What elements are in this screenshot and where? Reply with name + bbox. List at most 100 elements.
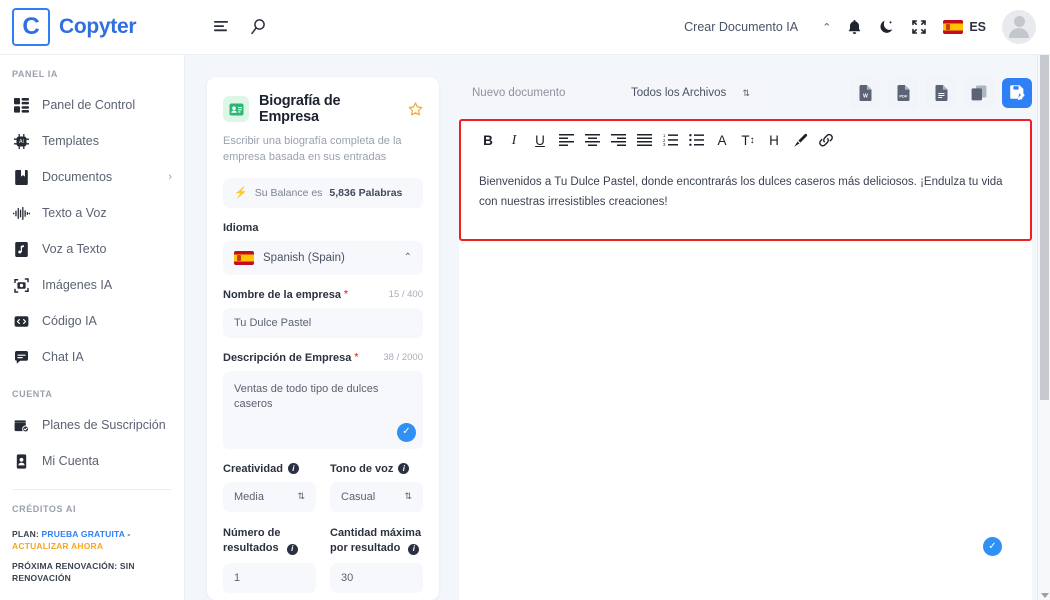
chevron-updown-icon: ⇅: [742, 87, 750, 98]
editor-canvas[interactable]: ✓: [459, 241, 1032, 600]
sidebar-item-imagenes-ia[interactable]: Imágenes IA: [0, 267, 184, 303]
header-right-group: Crear Documento IA ⌃ ES: [684, 10, 1050, 44]
balance-pill: ⚡ Su Balance es 5,836 Palabras: [223, 177, 423, 208]
bold-button[interactable]: B: [475, 129, 501, 151]
sidebar-item-mi-cuenta[interactable]: Mi Cuenta: [0, 443, 184, 479]
subscription-icon: [12, 416, 30, 434]
copy-button[interactable]: [964, 78, 994, 108]
font-size-button[interactable]: T ↕: [735, 129, 761, 151]
template-description: Escribir una biografía completa de la em…: [223, 135, 402, 163]
editor-content[interactable]: Bienvenidos a Tu Dulce Pastel, donde enc…: [461, 158, 1030, 226]
max-amount-label: Cantidad máxima por resultado i: [330, 526, 423, 556]
chevron-up-icon[interactable]: ⌃: [822, 21, 831, 34]
description-counter: 38 / 2000: [383, 352, 423, 364]
search-icon[interactable]: [249, 18, 267, 36]
check-circle-icon[interactable]: ✓: [397, 422, 416, 442]
align-justify-button[interactable]: [631, 129, 657, 151]
plan-name: PRUEBA GRATUITA: [41, 529, 125, 539]
export-pdf-button[interactable]: PDF: [888, 78, 918, 108]
app-root: C Copyter Crear Documento IA ⌃ ES PANEL …: [0, 0, 1050, 600]
brush-button[interactable]: [787, 129, 813, 151]
sidebar-item-texto-a-voz[interactable]: Texto a Voz: [0, 195, 184, 231]
creativity-value: Media: [234, 490, 264, 503]
company-name-counter: 15 / 400: [388, 289, 423, 301]
sidebar-item-panel-de-control[interactable]: Panel de Control: [0, 87, 184, 123]
language-select[interactable]: Spanish (Spain) ⌃: [223, 240, 423, 275]
creativity-select[interactable]: Media ⇅: [223, 481, 316, 512]
export-word-button[interactable]: W: [850, 78, 880, 108]
sidebar-item-label: Documentos: [42, 170, 113, 184]
underline-button[interactable]: U: [527, 129, 553, 151]
svg-text:W: W: [862, 94, 867, 100]
upgrade-link[interactable]: ACTUALIZAR AHORA: [12, 541, 103, 551]
bolt-icon: ⚡: [234, 187, 248, 200]
document-name-input[interactable]: Nuevo documento: [459, 77, 609, 109]
align-center-button[interactable]: [579, 129, 605, 151]
language-code: ES: [969, 20, 986, 34]
ordered-list-button[interactable]: 123: [657, 129, 683, 151]
link-icon[interactable]: [813, 129, 839, 151]
description-textarea[interactable]: Ventas de todo tipo de dulces caseros ✓: [223, 370, 423, 449]
create-document-button[interactable]: Crear Documento IA: [684, 20, 798, 34]
compress-icon[interactable]: [911, 19, 927, 35]
spain-flag-icon: [234, 250, 254, 265]
results-label-text: Número de resultados: [223, 526, 281, 554]
results-label: Número de resultados i: [223, 526, 316, 556]
sidebar-item-voz-a-texto[interactable]: Voz a Texto: [0, 231, 184, 267]
waveform-icon: [12, 204, 30, 222]
vertical-scrollbar[interactable]: [1037, 0, 1050, 600]
app-logo: C: [12, 8, 50, 46]
header-icon-group: [213, 18, 267, 36]
sidebar-item-templates[interactable]: AI Templates: [0, 123, 184, 159]
description-value: Ventas de todo tipo de dulces caseros: [234, 382, 379, 411]
font-color-button[interactable]: A: [709, 129, 735, 151]
required-mark: *: [344, 289, 348, 301]
sidebar-item-documentos[interactable]: Documentos ›: [0, 159, 184, 195]
sidebar-item-codigo-ia[interactable]: Código IA: [0, 303, 184, 339]
star-icon[interactable]: [408, 101, 423, 117]
dashboard-icon: [12, 96, 30, 114]
moon-icon[interactable]: [878, 19, 895, 36]
top-header: C Copyter Crear Documento IA ⌃ ES: [0, 0, 1050, 55]
camera-icon: [12, 276, 30, 294]
id-card-icon: [223, 96, 249, 122]
scroll-down-arrow-icon[interactable]: [1041, 593, 1049, 598]
renewal-text: PRÓXIMA RENOVACIÓN: SIN RENOVACIÓN: [12, 560, 135, 583]
code-icon: [12, 312, 30, 330]
language-switcher[interactable]: ES: [943, 20, 986, 34]
file-filter-select[interactable]: Todos los Archivos ⇅: [618, 77, 763, 109]
company-name-label-text: Nombre de la empresa: [223, 288, 341, 301]
sidebar-item-label: Texto a Voz: [42, 206, 107, 220]
sidebar-item-label: Templates: [42, 134, 99, 148]
italic-button[interactable]: I: [501, 129, 527, 151]
language-select-value: Spanish (Spain): [263, 251, 345, 264]
check-circle-icon[interactable]: ✓: [983, 537, 1002, 556]
company-name-input[interactable]: Tu Dulce Pastel: [223, 307, 423, 338]
bell-icon[interactable]: [847, 19, 862, 36]
info-icon[interactable]: i: [398, 463, 410, 475]
brand[interactable]: C Copyter: [0, 8, 185, 46]
info-icon[interactable]: i: [287, 463, 299, 475]
heading-button[interactable]: H: [761, 129, 787, 151]
page-title: Biografía de Empresa: [259, 93, 341, 125]
chip-ai-icon: AI: [12, 132, 30, 150]
sidebar-section-panel: PANEL IA: [12, 69, 58, 79]
sidebar-item-chat-ia[interactable]: Chat IA: [0, 339, 184, 375]
avatar[interactable]: [1002, 10, 1036, 44]
unordered-list-button[interactable]: [683, 129, 709, 151]
max-amount-input[interactable]: 30: [330, 562, 423, 593]
list-menu-icon[interactable]: [213, 19, 231, 35]
tone-select[interactable]: Casual ⇅: [330, 481, 423, 512]
chevron-right-icon[interactable]: ›: [168, 171, 172, 183]
scrollbar-thumb[interactable]: [1040, 10, 1049, 400]
align-left-button[interactable]: [553, 129, 579, 151]
sidebar-item-label: Imágenes IA: [42, 278, 113, 292]
sidebar-item-planes-de-suscripcion[interactable]: Planes de Suscripción: [0, 407, 184, 443]
sidebar-item-label: Chat IA: [42, 350, 84, 364]
info-icon[interactable]: i: [408, 543, 420, 555]
save-document-button[interactable]: [1002, 78, 1032, 108]
export-text-button[interactable]: [926, 78, 956, 108]
results-input[interactable]: 1: [223, 562, 316, 593]
info-icon[interactable]: i: [286, 543, 298, 555]
align-right-button[interactable]: [605, 129, 631, 151]
